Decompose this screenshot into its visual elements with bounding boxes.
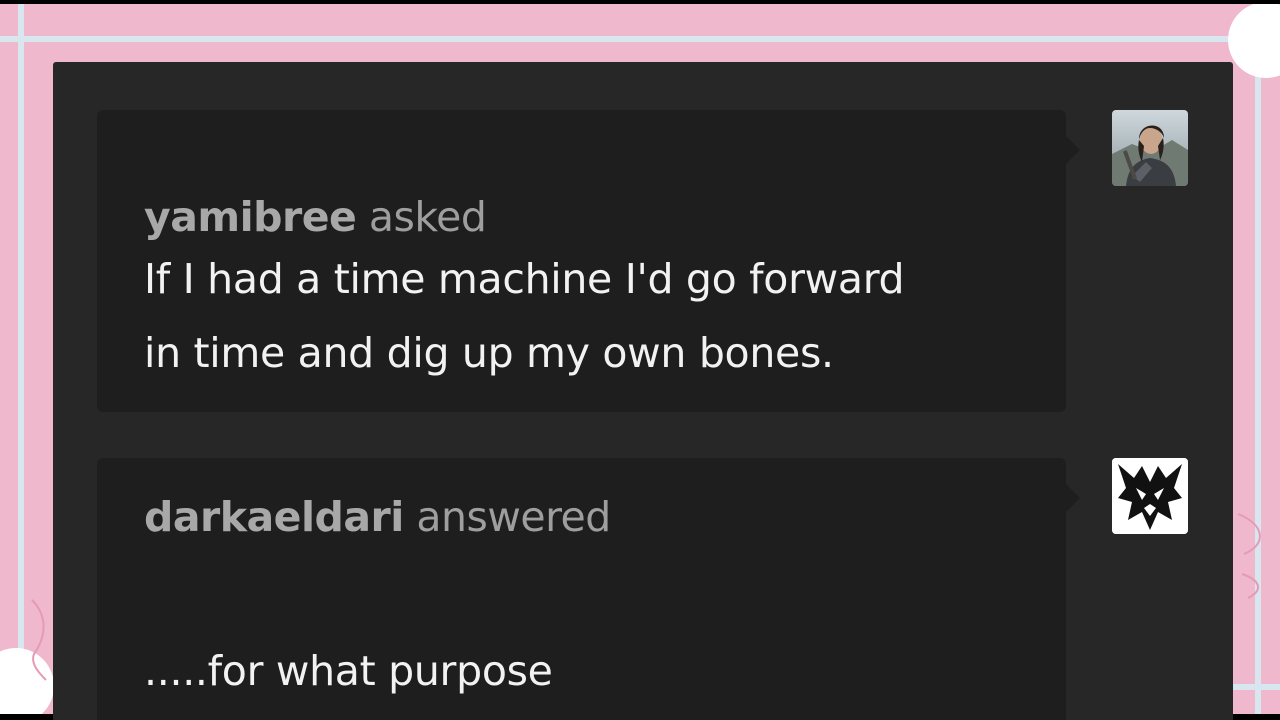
asker-username[interactable]: yamibree bbox=[144, 193, 357, 241]
speech-pointer bbox=[1066, 136, 1080, 164]
answer-message-line: .....for what purpose bbox=[144, 647, 553, 695]
asker-avatar[interactable] bbox=[1112, 110, 1188, 186]
answer-verb: answered bbox=[416, 493, 611, 541]
answerer-username[interactable]: darkaeldari bbox=[144, 493, 404, 541]
post-panel: yamibree asked If I had a time machine I… bbox=[53, 62, 1233, 720]
screen: yamibree asked If I had a time machine I… bbox=[0, 0, 1280, 720]
circle-decoration bbox=[1228, 4, 1280, 78]
ask-verb: asked bbox=[368, 193, 487, 241]
dragon-logo-avatar-icon bbox=[1112, 458, 1188, 534]
ask-message-line: If I had a time machine I'd go forward bbox=[144, 255, 905, 303]
answer-header: darkaeldari answered bbox=[144, 493, 611, 541]
grid-line bbox=[0, 36, 1280, 42]
grid-line bbox=[1255, 4, 1261, 714]
grid-line bbox=[18, 4, 24, 714]
portrait-avatar-icon bbox=[1112, 110, 1188, 186]
ask-message: If I had a time machine I'd go forward i… bbox=[144, 242, 905, 390]
doodle-decoration bbox=[1237, 513, 1261, 599]
speech-pointer bbox=[1066, 484, 1080, 512]
ask-message-line: in time and dig up my own bones. bbox=[144, 329, 834, 377]
answerer-avatar[interactable] bbox=[1112, 458, 1188, 534]
answer-card: darkaeldari answered .....for what purpo… bbox=[97, 458, 1080, 720]
ask-header: yamibree asked bbox=[144, 193, 487, 241]
doodle-decoration bbox=[31, 599, 47, 681]
ask-card: yamibree asked If I had a time machine I… bbox=[97, 110, 1080, 412]
answer-message: .....for what purpose bbox=[144, 634, 553, 708]
